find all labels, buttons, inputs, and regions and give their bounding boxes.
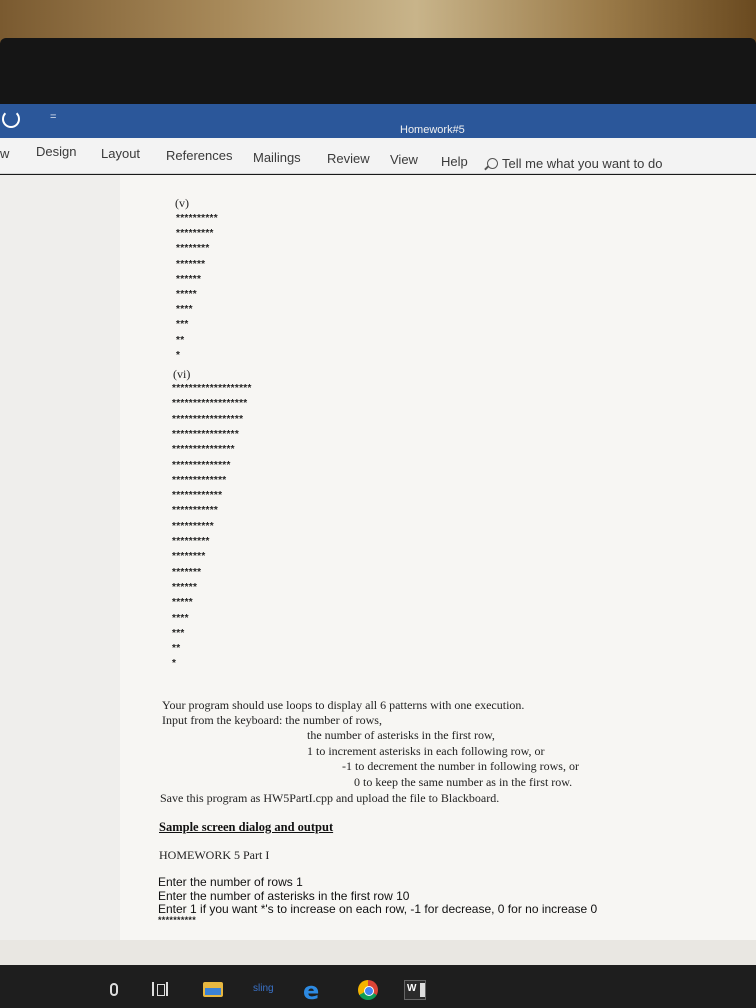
sample-line: Enter the number of asterisks in the fir… [158,889,410,903]
chrome-browser-icon[interactable] [358,980,378,1000]
task-view-icon[interactable] [152,982,168,996]
status-strip [0,940,756,965]
pattern-row: ****************** [172,398,248,410]
undo-icon[interactable] [2,110,20,128]
file-explorer-icon[interactable] [203,982,223,997]
pattern-vi-label: (vi) [173,367,191,381]
sample-title: HOMEWORK 5 Part I [159,848,270,862]
pattern-row: ********* [176,228,214,240]
pattern-row: ************** [172,459,231,471]
pattern-row: **** [176,304,193,316]
pattern-row: ******** [172,551,206,563]
tab-layout[interactable]: Layout [101,146,140,161]
sample-output: ********** [158,915,197,925]
document-title: Homework#5 [400,124,465,136]
instruction-line: Save this program as HW5PartI.cpp and up… [160,791,500,805]
pattern-row: ******************* [172,383,252,394]
pattern-row: ******* [172,566,202,578]
taskbar: sling e W [0,965,756,1008]
instruction-line: the number of asterisks in the first row… [307,728,495,742]
pattern-row: ********** [172,520,214,532]
microphone-icon[interactable] [110,983,118,996]
pattern-row: ************ [172,490,223,502]
pattern-row: ****** [172,581,198,593]
tell-me-search[interactable]: Tell me what you want to do [487,156,662,171]
instruction-line: Input from the keyboard: the number of r… [162,713,382,727]
pattern-row: *** [172,627,185,639]
ribbon-tabs: w Design Layout References Mailings Revi… [0,138,756,174]
pattern-row: **************** [172,428,240,440]
tab-mailings[interactable]: Mailings [253,150,301,165]
word-app-icon[interactable]: W [404,980,426,1000]
tab-review[interactable]: Review [327,151,370,166]
instruction-line: 0 to keep the same number as in the firs… [354,775,573,789]
title-bar: = Homework#5 [0,104,756,138]
search-icon [487,158,498,169]
sample-heading: Sample screen dialog and output [159,820,334,834]
pattern-row: ************* [172,474,227,486]
pattern-row: **** [172,612,189,624]
sample-line: Enter the number of rows 1 [158,875,303,889]
tab-design[interactable]: Design [36,144,76,159]
pattern-v-label: (v) [175,196,189,210]
quick-access-more[interactable]: = [50,111,56,123]
pattern-row: ******** [176,243,210,255]
pattern-row: ***************** [172,413,244,425]
pattern-row: ***** [172,597,193,609]
tab-partial[interactable]: w [0,146,9,161]
instruction-line: Your program should use loops to display… [162,698,525,712]
word-app-label: W [407,983,417,994]
pattern-row: ** [172,643,181,655]
pattern-row: ** [176,334,185,346]
document-area: (v) ********** ********* ******** ******* **… [0,175,756,945]
instruction-line: -1 to decrement the number in following … [342,759,579,773]
instruction-line: 1 to increment asterisks in each followi… [307,744,545,758]
pattern-row: ********** [176,213,218,224]
tab-references[interactable]: References [166,148,232,163]
tab-help[interactable]: Help [441,154,468,169]
pattern-row: *********** [172,505,219,517]
pattern-row: ***** [176,289,197,300]
pattern-row: ********* [172,536,210,547]
laptop-bezel [0,38,756,110]
sling-app-icon[interactable]: sling [253,983,274,994]
pattern-row: ******* [176,258,206,270]
pattern-row: *** [176,319,189,331]
sample-line: Enter 1 if you want *'s to increase on e… [158,902,598,916]
pattern-row: *************** [172,444,235,456]
tab-view[interactable]: View [390,152,418,167]
edge-browser-icon[interactable]: e [303,977,319,1005]
pattern-row: * [176,349,181,361]
tell-me-text: Tell me what you want to do [502,156,663,171]
pattern-row: ****** [176,273,202,285]
pattern-row: * [172,658,177,670]
